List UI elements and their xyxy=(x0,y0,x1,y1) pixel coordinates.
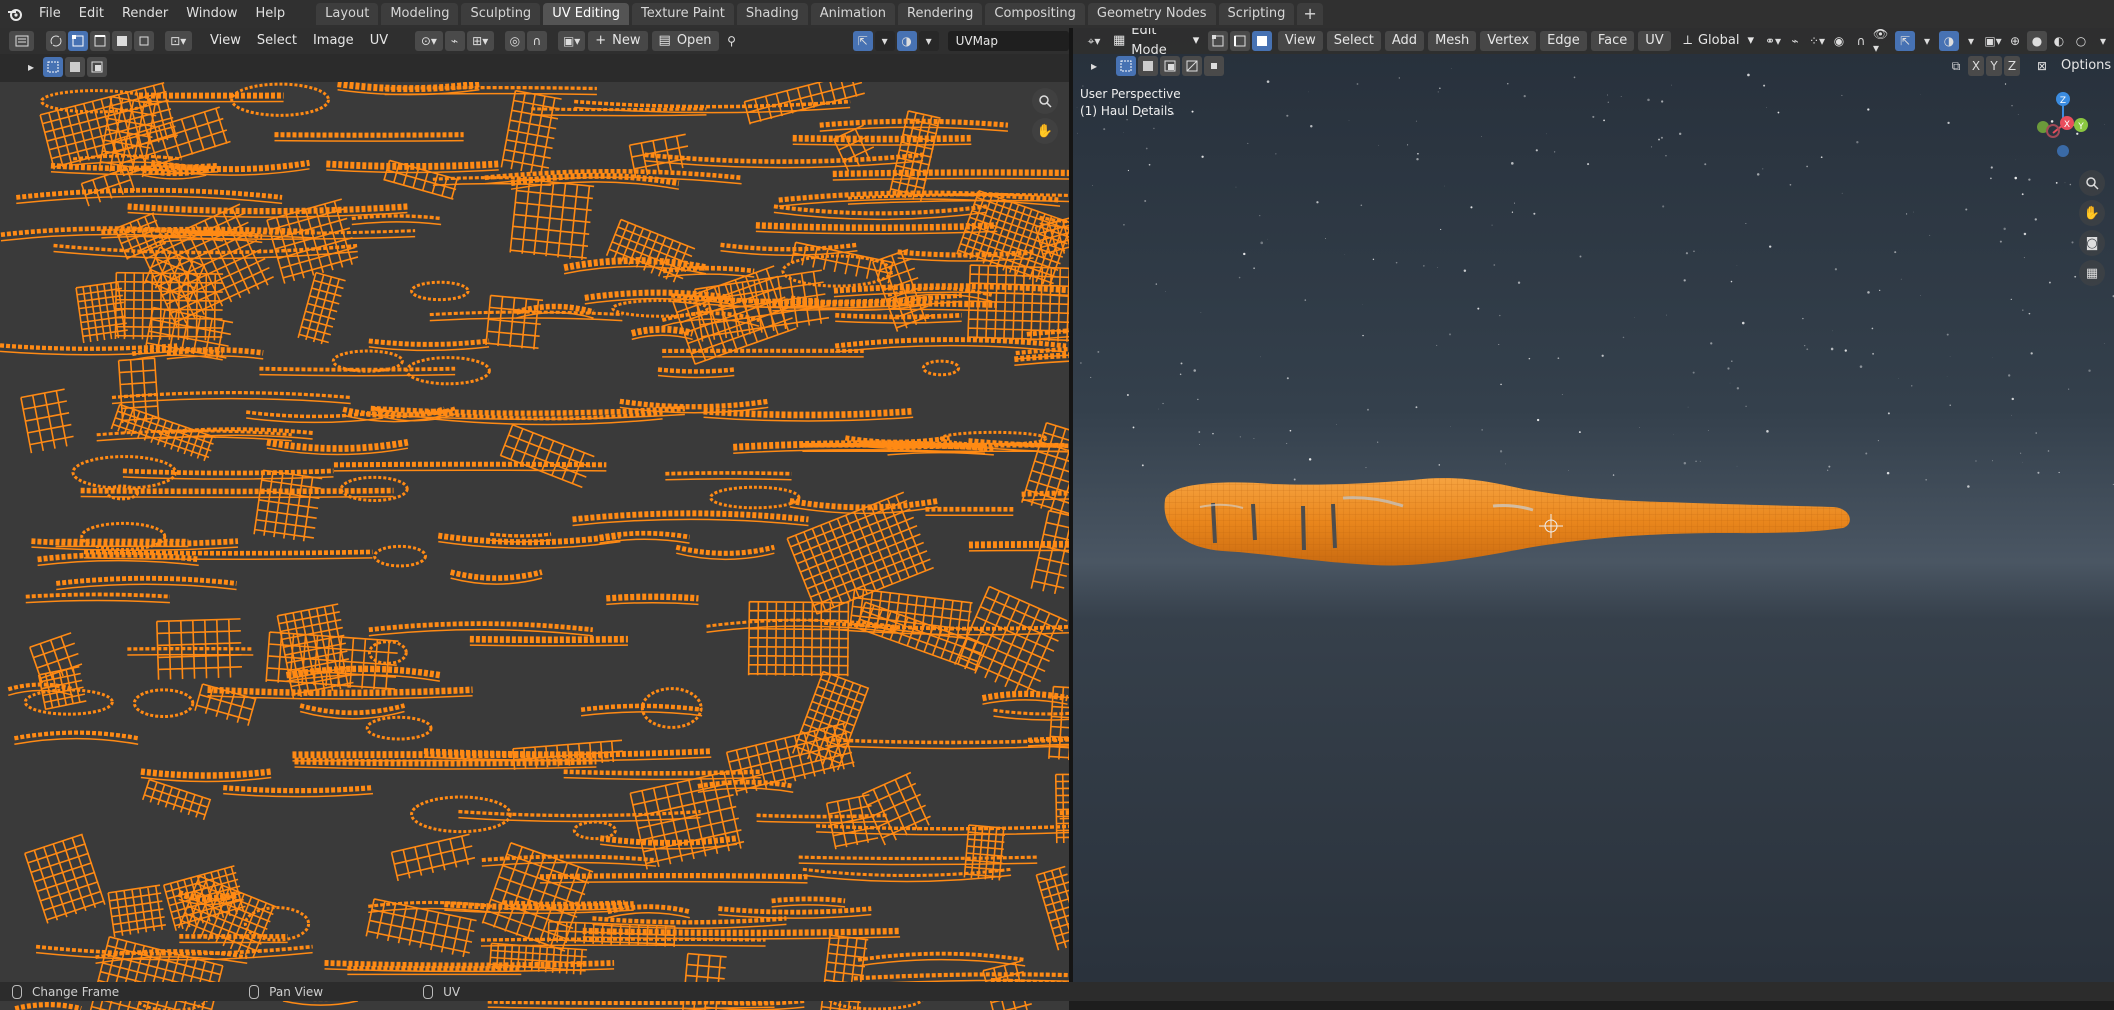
uv-map-field[interactable]: UVMap xyxy=(948,31,1069,51)
uv-menu-image[interactable]: Image xyxy=(305,31,362,51)
face-select-icon[interactable] xyxy=(112,31,132,51)
menu-window[interactable]: Window xyxy=(177,0,246,28)
tab-modeling[interactable]: Modeling xyxy=(381,3,458,25)
folder-icon: ▤ xyxy=(659,31,671,51)
new-image-button[interactable]: + New xyxy=(588,31,647,51)
uv-editor-header: ⊡▾ View Select Image UV ⊙▾ ⌁ ⊞▾ ◎ ∩ ▣▾ +… xyxy=(0,28,1069,54)
zoom-icon[interactable] xyxy=(1032,88,1058,114)
uv-menu-uv[interactable]: UV xyxy=(362,31,396,51)
menu-render[interactable]: Render xyxy=(113,0,177,28)
status-label-change-frame: Change Frame xyxy=(32,985,119,999)
workspace-tabs: Layout Modeling Sculpting UV Editing Tex… xyxy=(316,0,1326,28)
status-uv: UV xyxy=(423,985,460,999)
uv-editor: ⊡▾ View Select Image UV ⊙▾ ⌁ ⊞▾ ◎ ∩ ▣▾ +… xyxy=(0,28,1069,982)
new-image-label: New xyxy=(612,31,640,51)
snap-icon[interactable]: ⌁ xyxy=(445,31,465,51)
mesh-object[interactable] xyxy=(1073,28,2114,982)
vertex-select-icon[interactable] xyxy=(68,31,88,51)
sticky-selection-icon[interactable]: ⊡▾ xyxy=(165,31,192,51)
select-box-mode-subtract-icon[interactable] xyxy=(87,57,107,77)
select-box-mode-new-icon[interactable] xyxy=(43,57,63,77)
menu-file[interactable]: File xyxy=(30,0,70,28)
menu-help[interactable]: Help xyxy=(247,0,295,28)
proportional-edit-icon[interactable]: ◎ xyxy=(505,31,525,51)
overlay-dropdown-icon[interactable]: ▾ xyxy=(919,31,939,51)
add-workspace-button[interactable]: + xyxy=(1297,3,1322,25)
uv-canvas[interactable] xyxy=(0,82,1069,1010)
tab-layout[interactable]: Layout xyxy=(316,3,378,25)
uv-tool-header: ▸ xyxy=(0,54,1069,80)
3d-viewport[interactable]: ⌖▾ ▦ Edit Mode ▾ View Select Add Mesh Ve… xyxy=(1073,28,2114,982)
edge-select-icon[interactable] xyxy=(90,31,110,51)
status-label-pan-view: Pan View xyxy=(269,985,323,999)
falloff-icon[interactable]: ∩ xyxy=(527,31,547,51)
tab-shading[interactable]: Shading xyxy=(737,3,808,25)
menu-edit[interactable]: Edit xyxy=(70,0,113,28)
hand-pan-icon[interactable]: ✋ xyxy=(1032,118,1058,144)
pin-icon[interactable]: ⚲ xyxy=(722,31,742,51)
editor-type-icon[interactable] xyxy=(9,31,34,51)
tab-geometry-nodes[interactable]: Geometry Nodes xyxy=(1088,3,1216,25)
status-pan-view: Pan View xyxy=(249,985,323,999)
uv-menu-select[interactable]: Select xyxy=(249,31,305,51)
mouse-middle-icon xyxy=(249,985,259,999)
blender-logo-icon[interactable] xyxy=(0,0,30,28)
select-box-mode-extend-icon[interactable] xyxy=(65,57,85,77)
tab-scripting[interactable]: Scripting xyxy=(1219,3,1295,25)
gizmo-dropdown-icon[interactable]: ▾ xyxy=(875,31,895,51)
uv-mesh-islands xyxy=(0,82,1069,1010)
open-image-button[interactable]: ▤ Open xyxy=(652,31,719,51)
gizmo-toggle-icon[interactable]: ⇱ xyxy=(853,31,873,51)
tab-sculpting[interactable]: Sculpting xyxy=(461,3,540,25)
uv-menu-view[interactable]: View xyxy=(202,31,249,51)
open-image-label: Open xyxy=(677,31,712,51)
tab-texture-paint[interactable]: Texture Paint xyxy=(632,3,734,25)
mouse-right-icon xyxy=(423,985,433,999)
status-label-uv: UV xyxy=(443,985,460,999)
overlay-toggle-icon[interactable]: ◑ xyxy=(897,31,917,51)
tab-uv-editing[interactable]: UV Editing xyxy=(543,3,629,25)
mouse-left-icon xyxy=(12,985,22,999)
top-bar: File Edit Render Window Help Layout Mode… xyxy=(0,0,2114,28)
image-browse-icon[interactable]: ▣▾ xyxy=(558,31,585,51)
snap-target-icon[interactable]: ⊞▾ xyxy=(467,31,494,51)
pivot-point-icon[interactable]: ⊙▾ xyxy=(415,31,442,51)
tab-rendering[interactable]: Rendering xyxy=(898,3,982,25)
plus-icon: + xyxy=(595,31,606,51)
status-change-frame: Change Frame xyxy=(12,985,119,999)
island-select-icon[interactable] xyxy=(134,31,154,51)
toolbar-toggle-icon[interactable]: ▸ xyxy=(21,57,41,77)
tab-animation[interactable]: Animation xyxy=(811,3,895,25)
sync-selection-icon[interactable] xyxy=(46,31,66,51)
tab-compositing[interactable]: Compositing xyxy=(985,3,1085,25)
status-bar: Change Frame Pan View UV xyxy=(0,982,2114,1001)
